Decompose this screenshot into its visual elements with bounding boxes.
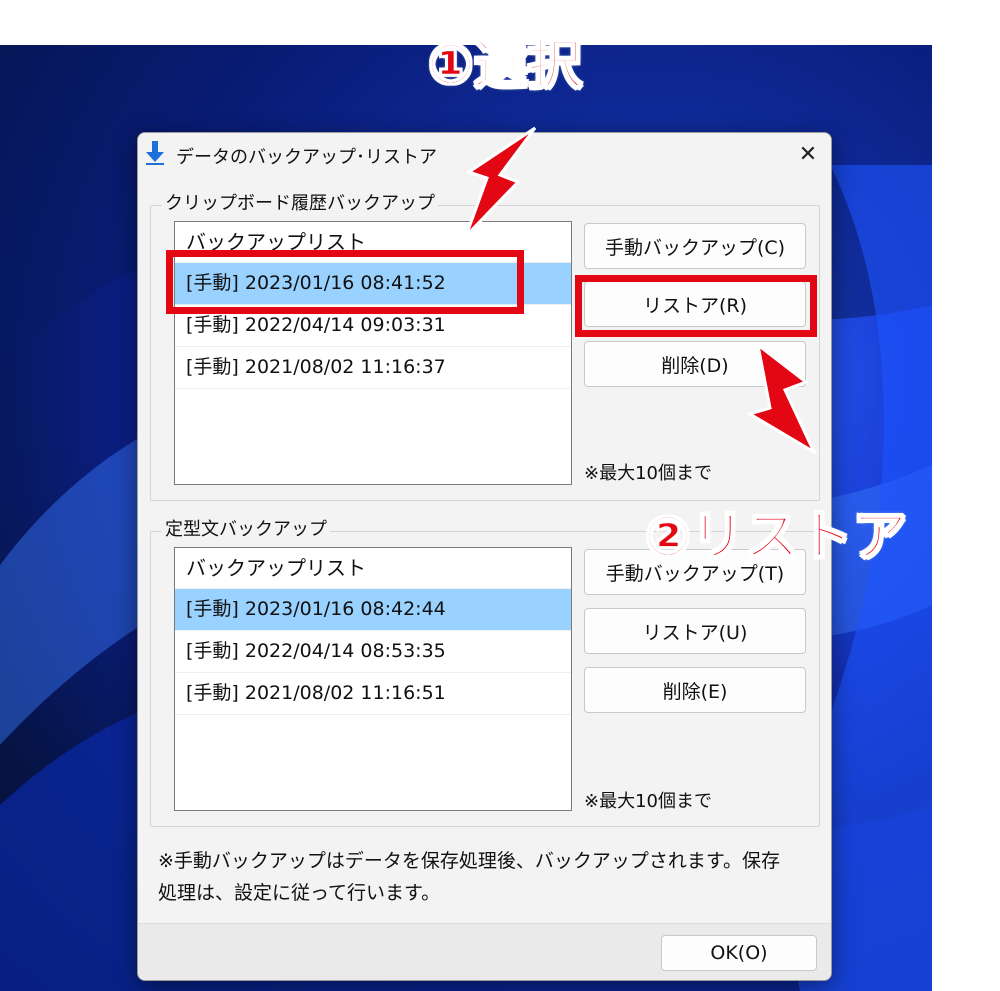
arrow-to-row <box>464 126 537 238</box>
arrow-to-restore <box>746 341 818 456</box>
annotation-step1-label: ①選択 <box>427 32 583 97</box>
annotation-step2-label: ②リストア <box>644 504 908 569</box>
